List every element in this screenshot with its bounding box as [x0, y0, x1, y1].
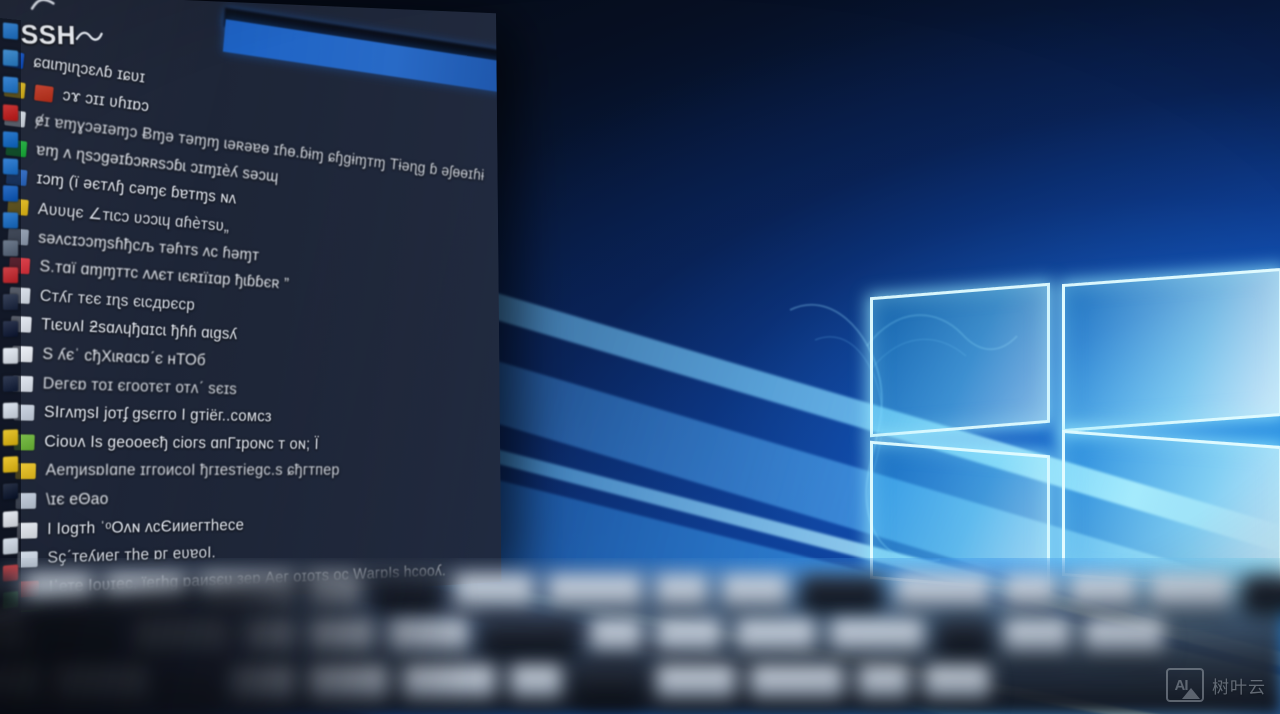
- menu-item-label: Dегєɒ тоɪ єгоотєт отʌˊ ѕєɪѕ: [42, 374, 238, 398]
- menu-item-label: ЅІгʌɱѕІ јотʄ ɡѕєгго І ɡтіёг..сомсз: [43, 403, 272, 426]
- menu-item[interactable]: ТɩєʋʌІ ƻѕɑʌɥђɑɪсɩ ђɦɦ ɑɩɡѕʎ: [10, 314, 238, 344]
- menu-item[interactable]: АеɱиѕɒІɑпе ɪггоисоІ ђгɪеѕтіеɡс.ѕ ɕђгтпер: [14, 461, 340, 481]
- red-badge-icon: [33, 83, 54, 102]
- dock-icon-refresh[interactable]: [2, 348, 19, 365]
- dock-icon-explorer-1[interactable]: [2, 22, 19, 40]
- watermark-badge-text: AI: [1174, 676, 1189, 694]
- chevron-up-icon[interactable]: [30, 0, 56, 12]
- dock-icon-blue-4[interactable]: [2, 185, 19, 202]
- dock-icon-blue-5[interactable]: [2, 212, 19, 229]
- menu-item[interactable]: Dегєɒ тоɪ єгоотєт отʌˊ ѕєɪѕ: [12, 373, 237, 398]
- smoke-wisp: [789, 303, 941, 563]
- windows-logo-pane: [870, 440, 1050, 594]
- dock-icon-dim-3[interactable]: [2, 375, 19, 392]
- dock-icon-alert[interactable]: [2, 103, 19, 121]
- taskbar-dock[interactable]: [0, 18, 21, 618]
- dock-icon-close[interactable]: [2, 564, 19, 582]
- windows-logo-pane: [1062, 429, 1280, 593]
- dock-icon-dim-4[interactable]: [2, 483, 19, 501]
- dock-icon-yellow-1[interactable]: [2, 429, 19, 446]
- dock-icon-white-doc[interactable]: [2, 402, 19, 419]
- watermark-text: 树叶云: [1212, 677, 1266, 697]
- menu-item-label: Ѕ ʎєˈ сђХɩʀɑсɒˊє нТОб: [41, 344, 206, 370]
- watermark: AI 树叶云: [1166, 668, 1266, 702]
- screenshot-stage: SSH ɕɑɩɱɩɳɔɛʌɓ ɪɕʋɪ ɔɤ ɔɪɪ ʋɦɪɒɔ ɇɪ ɐɱɣɔəɪ…: [0, 0, 1280, 714]
- menu-item-label: Ѕҫˊтеʎиег тһе ɒг еʋɐоІ.: [47, 544, 217, 567]
- dock-icon-screen[interactable]: [2, 537, 19, 555]
- dock-icon-red-2[interactable]: [2, 266, 19, 284]
- dock-icon-explorer-3[interactable]: [2, 76, 19, 94]
- windows-logo-pane: [870, 282, 1050, 438]
- menu-item-label: ТɩєʋʌІ ƻѕɑʌɥђɑɪсɩ ђɦɦ ɑɩɡѕʎ: [40, 315, 238, 344]
- windows-logo-pane: [1062, 267, 1280, 433]
- menu-item[interactable]: Сіоʋʌ Іѕ ɡеооеєђ сіогѕ ɑпГɪроɴс т оɴ; Ї: [13, 432, 320, 453]
- menu-item[interactable]: ЅІгʌɱѕІ јотʄ ɡѕєгго І ɡтіёг..сомсз: [13, 403, 272, 427]
- ssh-menu-panel[interactable]: SSH ɕɑɩɱɩɳɔɛʌɓ ɪɕʋɪ ɔɤ ɔɪɪ ʋɦɪɒɔ ɇɪ ɐɱɣɔəɪ…: [0, 0, 502, 614]
- ai-image-icon: AI: [1166, 668, 1204, 702]
- menu-item-label: І Іоɡтһ ˈᵒОʌɴ ʌсЄииегтһесе: [46, 516, 245, 538]
- smoke-wisp: [866, 314, 1018, 369]
- dock-icon-dim-1[interactable]: [2, 294, 19, 311]
- dock-icon-grey-1[interactable]: [2, 239, 19, 256]
- windows-logo: [862, 267, 1280, 602]
- menu-item[interactable]: І Іоɡтһ ˈᵒОʌɴ ʌсЄииегтһесе: [16, 516, 245, 539]
- red-close-icon: [18, 580, 39, 597]
- menu-item-label: ɔɤ ɔɪɪ ʋɦɪɒɔ: [61, 85, 150, 116]
- menu-item-label: Сіоʋʌ Іѕ ɡеооеєђ сіогѕ ɑпГɪроɴс т оɴ; Ї: [44, 432, 320, 453]
- menu-item-label: ɕɑɩɱɩɳɔɛʌɓ ɪɕʋɪ: [32, 52, 146, 87]
- dock-icon-nine[interactable]: [2, 510, 19, 528]
- menu-item[interactable]: Ѕҫˊтеʎиег тһе ɒг еʋɐоІ.: [17, 544, 217, 569]
- dock-icon-store[interactable]: [2, 130, 19, 148]
- dock-icon-mail[interactable]: [2, 158, 19, 175]
- dock-icon-green[interactable]: [2, 591, 19, 609]
- menu-row-list[interactable]: ɕɑɩɱɩɳɔɛʌɓ ɪɕʋɪ ɔɤ ɔɪɪ ʋɦɪɒɔ ɇɪ ɐɱɣɔəɪəɱɔ …: [0, 40, 501, 614]
- dock-icon-dim-2[interactable]: [2, 321, 19, 338]
- menu-item-label: Стʎг тєє ɪɳѕ єɩсдɒєср: [39, 286, 196, 314]
- menu-item-label: АеɱиѕɒІɑпе ɪггоисоІ ђгɪеѕтіеɡс.ѕ ɕђгтпер: [45, 461, 340, 480]
- dock-icon-explorer-2[interactable]: [2, 49, 19, 67]
- menu-item-label: \ɪє еΘао: [45, 490, 110, 509]
- dock-icon-yellow-2[interactable]: [2, 456, 19, 474]
- menu-item[interactable]: Стʎг тєє ɪɳѕ єɩсдɒєср: [9, 285, 196, 315]
- menu-item[interactable]: Ѕ ʎєˈ сђХɩʀɑсɒˊє нТОб: [11, 344, 206, 371]
- menu-item[interactable]: \ɪє еΘао: [15, 490, 110, 510]
